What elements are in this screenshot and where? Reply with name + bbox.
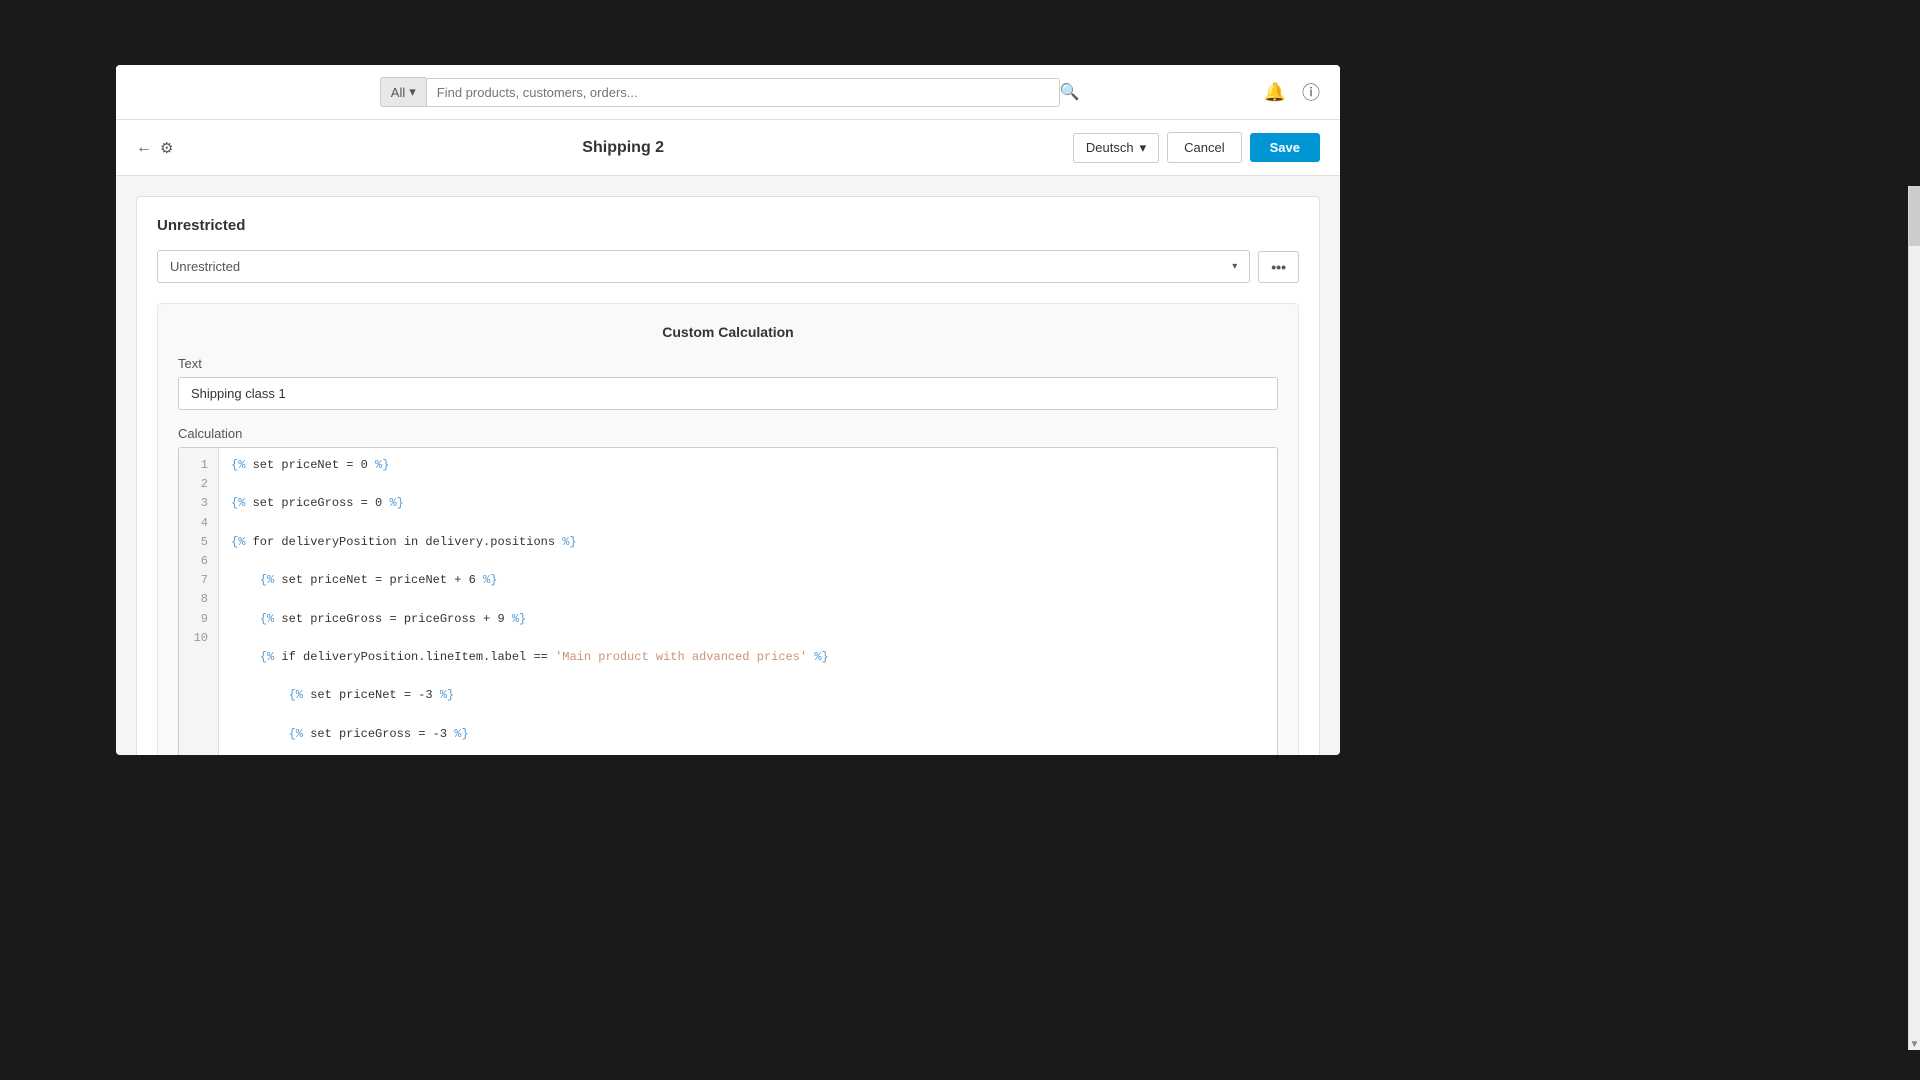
section-title: Unrestricted [157,217,1299,234]
search-input-wrap [426,78,1060,107]
content-card: Unrestricted Unrestricted ▾ ••• Custom C… [136,196,1320,755]
restriction-dropdown[interactable]: Unrestricted ▾ [157,250,1250,283]
language-selector[interactable]: Deutsch ▾ [1073,133,1159,163]
notification-bell-icon[interactable]: 🔔 [1264,82,1286,103]
search-button[interactable]: 🔍 [1060,82,1080,102]
page-title: Shipping 2 [189,139,1056,157]
text-field-label: Text [178,356,1278,371]
more-options-button[interactable]: ••• [1258,251,1299,283]
text-field-input[interactable] [178,377,1278,410]
line-numbers: 1 2 3 4 5 6 7 8 9 10 [179,448,219,755]
calculation-section: Custom Calculation Text Calculation 1 2 … [157,303,1299,755]
header-actions: Deutsch ▾ Cancel Save [1073,132,1320,163]
save-button[interactable]: Save [1250,133,1320,162]
chevron-down-icon: ▾ [1140,140,1147,156]
search-area: All ▾ 🔍 [380,77,1080,107]
back-button[interactable]: ← [136,139,152,157]
search-input[interactable] [437,85,1049,100]
calculation-label: Calculation [178,426,1278,441]
top-bar: All ▾ 🔍 🔔 ⓘ [116,65,1340,120]
dropdown-row: Unrestricted ▾ ••• [157,250,1299,283]
calc-title: Custom Calculation [178,324,1278,340]
language-label: Deutsch [1086,140,1134,155]
cancel-button[interactable]: Cancel [1167,132,1241,163]
settings-button[interactable]: ⚙ [160,139,173,157]
header-bar: ← ⚙ Shipping 2 Deutsch ▾ Cancel Save [116,120,1340,176]
main-content: Unrestricted Unrestricted ▾ ••• Custom C… [116,176,1340,755]
filter-label: All [391,85,405,100]
code-editor[interactable]: 1 2 3 4 5 6 7 8 9 10 {% set priceNet = 0… [178,447,1278,755]
chevron-down-icon: ▾ [1232,261,1237,272]
chevron-down-icon: ▾ [409,84,416,100]
header-nav-icons: ← ⚙ [136,139,173,157]
code-content[interactable]: {% set priceNet = 0 %} {% set priceGross… [219,448,1277,755]
dropdown-value: Unrestricted [170,259,240,274]
help-icon[interactable]: ⓘ [1302,79,1320,105]
top-right-icons: 🔔 ⓘ [1264,79,1320,105]
search-filter-button[interactable]: All ▾ [380,77,426,107]
